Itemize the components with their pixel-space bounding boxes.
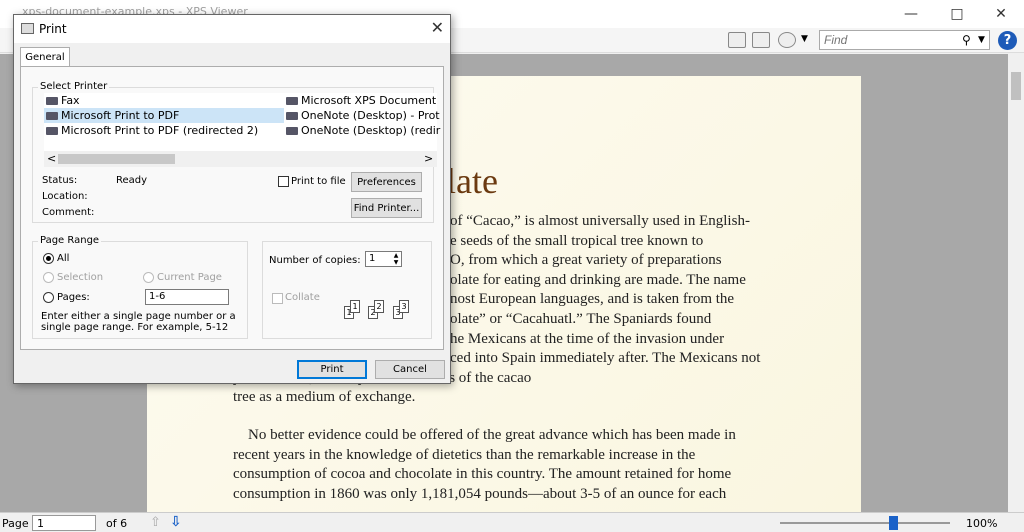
collate-checkbox[interactable] [272,293,283,304]
xps-viewer-window: xps-document-example.xps - XPS Viewer — … [0,0,1024,532]
previous-page-icon[interactable]: ⇧ [150,515,161,530]
fax-icon [46,97,58,105]
printer-item[interactable]: OneNote (Desktop) (redir [284,123,440,138]
printer-item[interactable]: Fax [44,93,284,108]
all-radio[interactable] [43,253,54,264]
find-printer-button[interactable]: Find Printer... [351,198,422,218]
document-line: olate” or “Cacahuatl.” The Spaniards fou… [450,311,712,327]
chevron-down-icon[interactable]: ▼ [801,34,808,44]
copies-label: Number of copies: [269,255,361,266]
find-box: ⚲ ▼ [819,30,990,50]
printer-icon [286,112,298,120]
printer-icon [286,97,298,105]
chevron-down-icon[interactable]: ▼ [978,35,985,45]
pages-label: Pages: [57,292,90,303]
printer-icon [21,23,34,34]
printer-icon [286,127,298,135]
maximize-icon[interactable]: □ [934,0,980,28]
print-to-file-checkbox[interactable] [278,176,289,187]
tab-general[interactable]: General [20,47,70,67]
document-line: consumption in 1860 was only 1,181,054 p… [233,485,727,502]
status-value: Ready [116,175,148,186]
status-bar: Page of 6 ⇧ ⇩ 100% [0,512,1024,532]
page-count: of 6 [106,517,128,530]
pages-radio[interactable] [43,292,54,303]
chevron-left-icon[interactable]: < [47,152,56,165]
next-page-icon[interactable]: ⇩ [170,514,182,530]
current-page-radio[interactable] [143,272,154,283]
page-number-input[interactable] [32,515,96,531]
print-button[interactable]: Print [297,360,367,379]
location-label: Location: [42,191,88,202]
dialog-title-bar: Print ✕ [14,15,450,43]
help-icon[interactable]: ? [998,31,1017,50]
zoom-slider-thumb[interactable] [889,516,899,530]
scrollbar-thumb[interactable] [1011,72,1021,100]
document-line: tree as a medium of exchange. [233,389,416,406]
selection-label: Selection [57,272,104,283]
print-to-file-label: Print to file [291,176,346,187]
page-view-icon[interactable] [728,32,746,48]
printer-item[interactable]: OneNote (Desktop) - Prot [284,108,440,123]
print-dialog: Print ✕ General Select Printer Fax Micro… [13,14,451,384]
minimize-icon[interactable]: — [888,0,934,28]
page-range-hint: Enter either a single page number or a s… [41,311,236,333]
chevron-right-icon[interactable]: > [424,152,433,165]
document-line: of “Cacao,” is almost universally used i… [450,213,750,229]
find-input[interactable] [820,31,950,49]
pages-input[interactable]: 1-6 [145,289,229,305]
printer-icon [46,112,58,120]
printer-list-scrollbar[interactable]: < > [44,151,437,167]
printer-item-selected[interactable]: Microsoft Print to PDF [44,108,284,123]
zoom-level: 100% [966,517,998,530]
printer-icon[interactable] [752,32,770,48]
page-range-label: Page Range [38,235,102,246]
document-line: recent years in the knowledge of dieteti… [233,446,696,463]
zoom-slider-track[interactable] [780,522,950,524]
all-label: All [57,253,70,264]
close-icon[interactable]: ✕ [978,0,1024,28]
document-line: he Mexicans at the time of the invasion … [450,330,725,347]
vertical-scrollbar[interactable] [1008,54,1024,512]
document-line: nost European languages, and is taken fr… [450,291,735,308]
select-printer-label: Select Printer [38,81,110,92]
document-line: No better evidence could be offered of t… [233,427,736,443]
collate-label: Collate [285,292,320,303]
preferences-button[interactable]: Preferences [351,172,422,192]
close-icon[interactable]: ✕ [431,18,444,37]
document-line: ced into Spain immediately after. The Me… [450,350,761,367]
cancel-button[interactable]: Cancel [375,360,445,379]
selection-radio[interactable] [43,272,54,283]
page-label: Page [2,517,29,530]
scrollbar-thumb[interactable] [58,154,175,164]
document-line: consumption of cocoa and chocolate in th… [233,466,732,483]
document-line: olate for eating and drinking are made. … [450,271,746,288]
search-icon[interactable]: ⚲ [962,33,971,47]
printer-icon [46,127,58,135]
comment-label: Comment: [42,207,95,218]
dialog-title: Print [39,22,67,36]
status-label: Status: [42,175,78,186]
zoom-icon[interactable] [778,32,796,48]
copies-spinner[interactable]: ▲ ▼ [391,252,401,266]
document-line: e seeds of the small tropical tree known… [450,232,704,249]
current-page-label: Current Page [157,272,222,283]
printer-item[interactable]: Microsoft Print to PDF (redirected 2) [44,123,284,138]
document-line: O, from which a great variety of prepara… [450,252,722,269]
printer-item[interactable]: Microsoft XPS Document [284,93,436,108]
